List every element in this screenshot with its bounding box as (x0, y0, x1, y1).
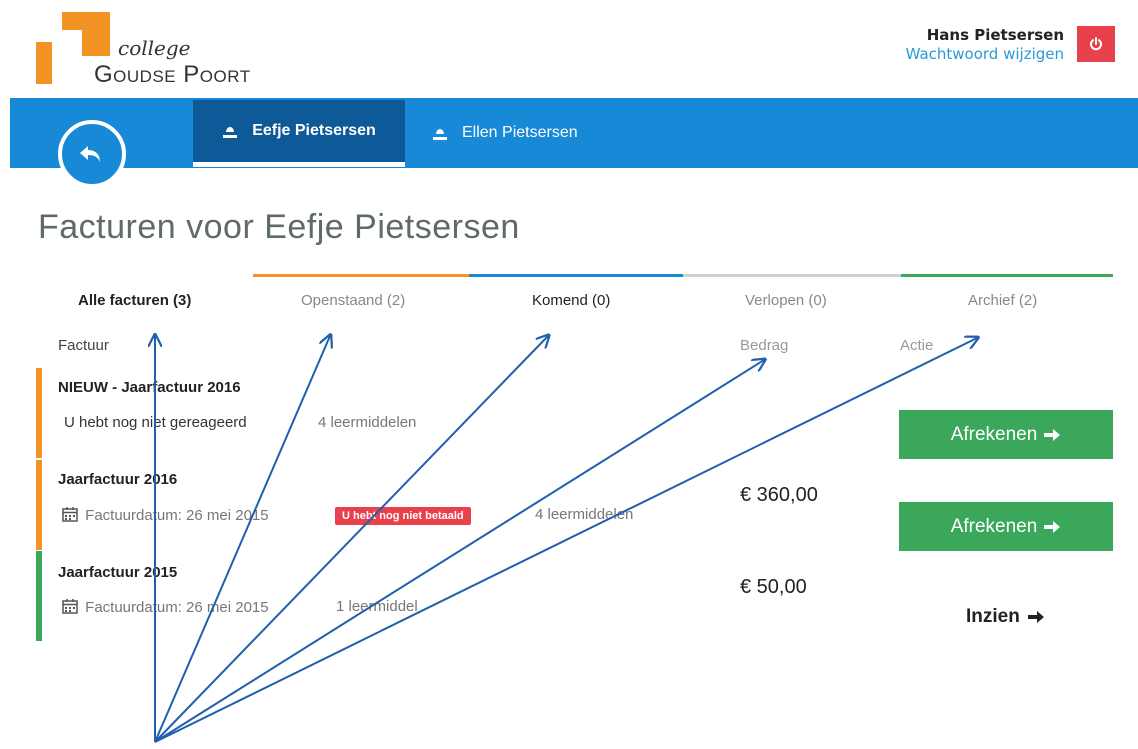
column-header-action: Actie (900, 337, 934, 354)
new-tag: NIEUW - (58, 379, 118, 396)
tab-alle-facturen[interactable]: Alle facturen (3) (78, 292, 191, 309)
arrow-right-icon (1027, 611, 1044, 623)
annotation-arrow (154, 338, 977, 743)
column-header-amount: Bedrag (740, 337, 789, 354)
invoice-title: Jaarfactuur 2016 (58, 471, 178, 488)
logout-button[interactable] (1077, 26, 1115, 62)
invoice-date-text: Factuurdatum: 26 mei 2015 (85, 599, 269, 616)
annotation-arrow (154, 336, 548, 743)
arrow-right-icon (1044, 428, 1061, 441)
view-button-label: Inzien (966, 606, 1020, 627)
invoice-items: 1 leermiddel (336, 598, 418, 615)
logo-bar-shape (36, 42, 52, 84)
change-password-link[interactable]: Wachtwoord wijzigen (906, 45, 1064, 63)
invoice-items: 4 leermiddelen (318, 414, 417, 431)
tab-label: Ellen Pietsersen (462, 124, 578, 141)
pay-button-label: Afrekenen (950, 515, 1038, 537)
invoice-status-text: U hebt nog niet gereageerd (64, 414, 247, 431)
logo-college-text: college (118, 36, 191, 60)
page-title: Facturen voor Eefje Pietsersen (38, 208, 520, 246)
calendar-icon (62, 507, 78, 522)
invoice-title: Jaarfactuur 2015 (58, 564, 178, 581)
power-icon (1090, 37, 1102, 51)
user-name: Hans Pietsersen (926, 26, 1064, 44)
person-icon (433, 129, 447, 140)
person-icon (223, 127, 238, 138)
view-button[interactable]: Inzien (966, 606, 1046, 628)
back-arrow-icon (80, 146, 100, 162)
invoice-amount: € 360,00 (740, 484, 818, 506)
invoice-date-text: Factuurdatum: 26 mei 2015 (85, 507, 269, 524)
tab-indicator-openstaand (253, 274, 469, 277)
pay-button-label: Afrekenen (950, 423, 1038, 445)
tab-komend[interactable]: Komend (0) (532, 292, 610, 309)
calendar-icon (62, 599, 78, 614)
arrow-right-icon (1044, 520, 1061, 533)
tab-ellen-pietsersen[interactable]: Ellen Pietsersen (432, 100, 578, 166)
invoice-amount: € 50,00 (740, 576, 807, 598)
invoice-date: Factuurdatum: 26 mei 2015 (62, 598, 269, 616)
invoice-date: Factuurdatum: 26 mei 2015 (62, 506, 269, 524)
row-status-bar (36, 368, 42, 458)
row-status-bar (36, 460, 42, 550)
pay-button[interactable]: Afrekenen (899, 410, 1113, 459)
unpaid-badge: U hebt nog niet betaald (335, 507, 471, 525)
back-button[interactable] (58, 120, 126, 188)
college-logo: college Goudse Poort (36, 12, 266, 92)
tab-label: Eefje Pietsersen (252, 122, 376, 139)
row-status-bar (36, 551, 42, 641)
invoice-items: 4 leermiddelen (535, 506, 634, 523)
column-header-invoice: Factuur (58, 337, 109, 354)
tab-eefje-pietsersen[interactable]: Eefje Pietsersen (193, 100, 405, 167)
user-area: Hans Pietsersen Wachtwoord wijzigen (906, 26, 1064, 63)
invoice-title: NIEUW - Jaarfactuur 2016 (58, 379, 241, 396)
logo-name-text: Goudse Poort (94, 61, 251, 88)
tab-archief[interactable]: Archief (2) (968, 292, 1037, 309)
tab-indicator-komend (469, 274, 683, 277)
tab-openstaand[interactable]: Openstaand (2) (301, 292, 405, 309)
invoice-name: Jaarfactuur 2016 (121, 379, 241, 396)
tab-verlopen[interactable]: Verlopen (0) (745, 292, 827, 309)
tab-indicator-archief (901, 274, 1113, 277)
annotation-arrow (154, 336, 330, 743)
pay-button[interactable]: Afrekenen (899, 502, 1113, 551)
logo-arch-shape (62, 12, 110, 56)
tab-indicator-verlopen (683, 274, 901, 277)
